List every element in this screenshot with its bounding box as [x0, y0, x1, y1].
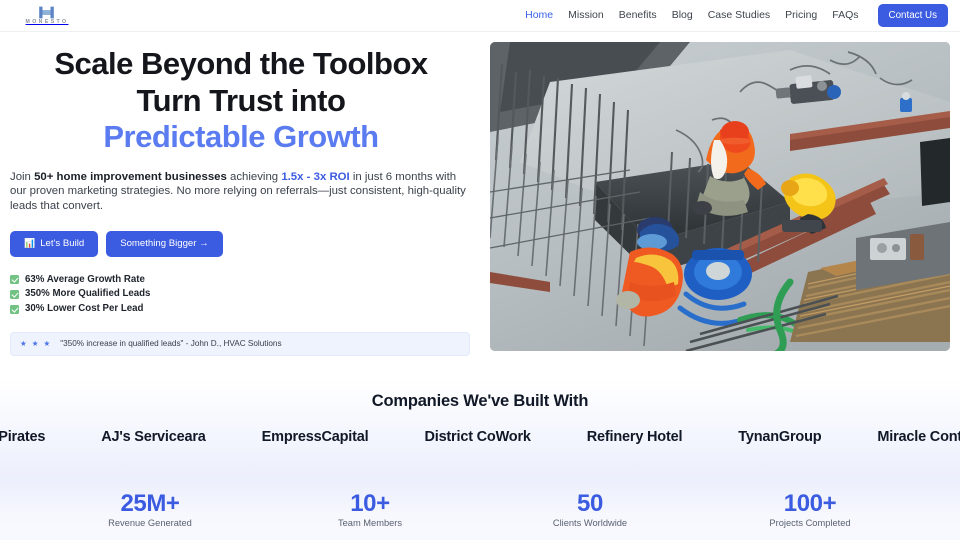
companies-section: Companies We've Built With CTechPirates …	[0, 380, 960, 480]
headline-line-1: Scale Beyond the Toolbox	[54, 46, 428, 81]
companies-title: Companies We've Built With	[371, 392, 589, 410]
subcopy-part-2: achieving	[226, 170, 282, 183]
main-navigation: Home Mission Benefits Blog Case Studies …	[525, 4, 948, 27]
checklist-item: 350% More Qualified Leads	[10, 289, 472, 299]
lets-build-button[interactable]: 📊 Let's Build	[10, 231, 99, 257]
page-title: Scale Beyond the Toolbox Turn Trust into…	[10, 46, 472, 156]
company-logo-item: CTechPirates	[0, 429, 46, 445]
nav-item-pricing[interactable]: Pricing	[785, 10, 817, 21]
hero-section: Scale Beyond the Toolbox Turn Trust into…	[0, 32, 960, 380]
star-icon: ★	[20, 339, 27, 349]
company-logo-item: Refinery Hotel	[586, 429, 683, 445]
brand-logo[interactable]: MONESTO	[10, 6, 82, 25]
company-logo-item: TynanGroup	[738, 429, 822, 445]
site-header: MONESTO Home Mission Benefits Blog Case …	[0, 0, 960, 32]
nav-item-home[interactable]: Home	[525, 10, 553, 21]
company-logo-item: Miracle Contracting	[877, 429, 960, 445]
stat-value: 10+	[350, 490, 390, 518]
stat-value: 50	[577, 490, 603, 518]
check-icon	[10, 275, 19, 285]
hero-media	[490, 42, 950, 380]
benefits-checklist: 63% Average Growth Rate 350% More Qualif…	[10, 275, 472, 314]
headline-line-3-accent: Predictable Growth	[103, 119, 379, 155]
company-logo-item: District CoWork	[424, 429, 531, 445]
construction-site-photo	[490, 42, 950, 351]
nav-item-case-studies[interactable]: Case Studies	[708, 10, 770, 21]
stat-label: Revenue Generated	[108, 518, 192, 529]
nav-item-blog[interactable]: Blog	[672, 10, 693, 21]
checklist-label: 350% More Qualified Leads	[25, 288, 151, 300]
stat-card: 10+ Team Members	[260, 491, 480, 528]
companies-marquee: CTechPirates AJ's Serviceara EmpressCapi…	[0, 429, 960, 445]
company-logo-item: EmpressCapital	[261, 429, 369, 445]
checklist-label: 30% Lower Cost Per Lead	[25, 303, 144, 315]
stat-label: Clients Worldwide	[552, 518, 628, 529]
company-logo-item: AJ's Serviceara	[101, 429, 206, 445]
testimonial-banner: ★ ★ ★ "350% increase in qualified leads"…	[10, 331, 470, 356]
nav-item-mission[interactable]: Mission	[568, 10, 604, 21]
stat-value: 100+	[783, 490, 837, 518]
nav-item-benefits[interactable]: Benefits	[619, 10, 657, 21]
checklist-item: 63% Average Growth Rate	[10, 275, 472, 285]
headline-line-2: Turn Trust into	[136, 82, 346, 118]
nav-item-faqs[interactable]: FAQs	[832, 10, 858, 21]
subcopy-bold-businesses: 50+ home improvement businesses	[34, 170, 227, 183]
subcopy-part-1: Join	[10, 170, 35, 183]
stat-value: 25M+	[120, 490, 180, 518]
construction-photo-illustration	[490, 42, 950, 351]
testimonial-quote: "350% increase in qualified leads" - Joh…	[60, 338, 282, 348]
stat-card: 25M+ Revenue Generated	[40, 491, 260, 528]
something-bigger-button[interactable]: Something Bigger →	[106, 231, 223, 257]
stat-label: Team Members	[337, 518, 403, 529]
contact-us-button[interactable]: Contact Us	[877, 4, 948, 27]
something-bigger-label: Something Bigger →	[120, 238, 209, 250]
checklist-item: 30% Lower Cost Per Lead	[10, 304, 472, 314]
star-icon: ★	[31, 339, 39, 349]
subcopy-roi-highlight: 1.5x - 3x ROI	[281, 170, 350, 183]
landing-page: MONESTO Home Mission Benefits Blog Case …	[0, 0, 960, 540]
monesto-mark-icon	[38, 6, 54, 19]
chart-icon: 📊	[24, 238, 36, 249]
hero-subcopy: Join 50+ home improvement businesses ach…	[10, 170, 472, 213]
check-icon	[10, 289, 19, 299]
brand-wordmark: MONESTO	[25, 18, 69, 25]
star-rating: ★ ★ ★	[20, 340, 50, 348]
stat-card: 100+ Projects Completed	[700, 491, 920, 528]
stat-label: Projects Completed	[769, 518, 851, 529]
check-icon	[10, 304, 19, 314]
hero-content: Scale Beyond the Toolbox Turn Trust into…	[10, 42, 472, 380]
checklist-label: 63% Average Growth Rate	[25, 273, 145, 285]
stats-section: 25M+ Revenue Generated 10+ Team Members …	[0, 480, 960, 540]
lets-build-label: Let's Build	[40, 238, 85, 250]
stat-card: 50 Clients Worldwide	[480, 491, 700, 528]
star-icon: ★	[43, 339, 51, 349]
hero-cta-row: 📊 Let's Build Something Bigger →	[10, 231, 472, 257]
